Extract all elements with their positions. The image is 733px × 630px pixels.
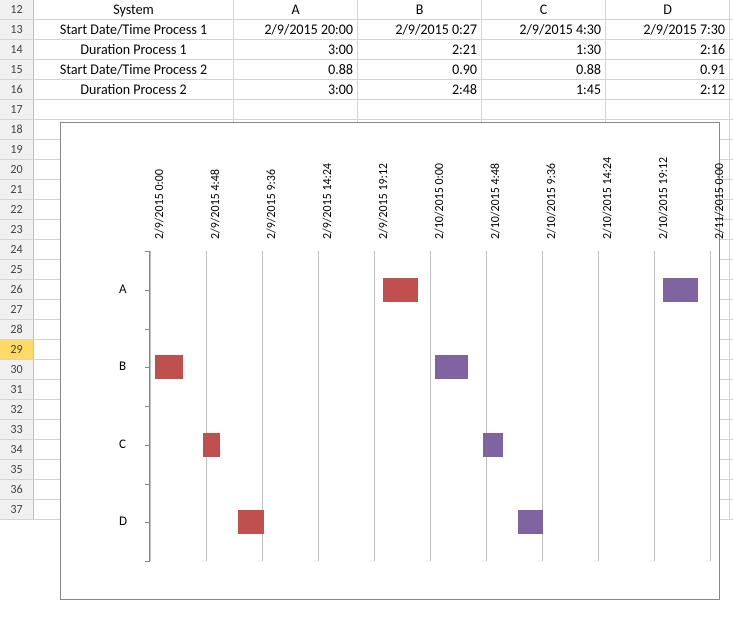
x-axis-labels: 2/9/2015 0:00 2/9/2015 4:48 2/9/2015 9:36 2… <box>149 131 709 251</box>
row-header[interactable]: 37 <box>0 500 34 519</box>
row-header[interactable]: 29 <box>0 340 34 359</box>
cell[interactable]: 2/9/2015 20:00 <box>234 20 358 39</box>
bar-process-1-C[interactable] <box>203 433 221 457</box>
row-header[interactable]: 34 <box>0 440 34 459</box>
x-tick-label: 2/10/2015 9:36 <box>545 163 559 239</box>
row-15[interactable]: 15Start Date/Time Process 20.880.900.880… <box>0 60 733 80</box>
cell[interactable]: 2/9/2015 4:30 <box>482 20 606 39</box>
row-16[interactable]: 16Duration Process 23:002:481:452:12 <box>0 80 733 100</box>
cell[interactable]: B <box>358 0 482 19</box>
cell[interactable]: 2:21 <box>358 40 482 59</box>
x-tick-label: 2/9/2015 0:00 <box>153 169 167 239</box>
cell[interactable]: 0.91 <box>606 60 730 79</box>
x-tick-label: 2/10/2015 19:12 <box>657 157 671 239</box>
cell[interactable]: 1:45 <box>482 80 606 99</box>
bar-process-1-D[interactable] <box>238 510 264 534</box>
y-tick-label: D <box>119 514 127 529</box>
gridline <box>654 251 655 561</box>
row-header[interactable]: 32 <box>0 400 34 419</box>
cell[interactable]: 2:12 <box>606 80 730 99</box>
cell[interactable]: 0.90 <box>358 60 482 79</box>
cell[interactable]: D <box>606 0 730 19</box>
cell[interactable]: 1:30 <box>482 40 606 59</box>
cell[interactable]: 2/9/2015 0:27 <box>358 20 482 39</box>
cell[interactable]: System <box>34 0 234 19</box>
row-header[interactable]: 31 <box>0 380 34 399</box>
bar-process-2-D[interactable] <box>518 510 544 534</box>
bar-process-2-C[interactable] <box>483 433 503 457</box>
row-12[interactable]: 12SystemABCD <box>0 0 733 20</box>
cell[interactable] <box>234 100 358 119</box>
row-14[interactable]: 14Duration Process 13:002:211:302:16 <box>0 40 733 60</box>
cell[interactable]: A <box>234 0 358 19</box>
bar-process-1-A[interactable] <box>383 278 418 302</box>
cell[interactable] <box>482 100 606 119</box>
y-axis-labels: A B C D <box>91 251 146 579</box>
cell[interactable]: 2:16 <box>606 40 730 59</box>
plot-area <box>149 251 709 561</box>
row-header[interactable]: 35 <box>0 460 34 479</box>
row-header[interactable]: 36 <box>0 480 34 499</box>
row-header[interactable]: 20 <box>0 160 34 179</box>
gantt-chart[interactable]: 2/9/2015 0:00 2/9/2015 4:48 2/9/2015 9:36 2… <box>60 122 720 600</box>
bar-process-2-B[interactable] <box>435 355 468 379</box>
x-tick-label: 2/9/2015 19:12 <box>377 163 391 239</box>
row-header[interactable]: 26 <box>0 280 34 299</box>
cell[interactable] <box>34 100 234 119</box>
row-header[interactable]: 19 <box>0 140 34 159</box>
cell[interactable]: Start Date/Time Process 2 <box>34 60 234 79</box>
cell[interactable]: 3:00 <box>234 80 358 99</box>
cell[interactable] <box>358 100 482 119</box>
gridline <box>150 251 151 561</box>
row-header[interactable]: 25 <box>0 260 34 279</box>
x-tick-label: 2/11/2015 0:00 <box>713 163 727 239</box>
y-tick-label: B <box>119 359 126 374</box>
row-header[interactable]: 27 <box>0 300 34 319</box>
row-header[interactable]: 16 <box>0 80 34 99</box>
row-header[interactable]: 15 <box>0 60 34 79</box>
row-header[interactable]: 23 <box>0 220 34 239</box>
row-header[interactable]: 30 <box>0 360 34 379</box>
cell[interactable]: Duration Process 2 <box>34 80 234 99</box>
gridline <box>430 251 431 561</box>
cell[interactable]: Duration Process 1 <box>34 40 234 59</box>
x-tick-label: 2/10/2015 14:24 <box>601 157 615 239</box>
bar-process-2-A[interactable] <box>663 278 698 302</box>
gridline <box>206 251 207 561</box>
cell[interactable]: 2/9/2015 7:30 <box>606 20 730 39</box>
row-13[interactable]: 13Start Date/Time Process 12/9/2015 20:0… <box>0 20 733 40</box>
cell[interactable]: Start Date/Time Process 1 <box>34 20 234 39</box>
row-header[interactable]: 21 <box>0 180 34 199</box>
cell[interactable]: C <box>482 0 606 19</box>
row-header[interactable]: 28 <box>0 320 34 339</box>
y-tick-label: A <box>119 282 127 297</box>
row-header[interactable]: 22 <box>0 200 34 219</box>
gridline <box>598 251 599 561</box>
row-header[interactable]: 18 <box>0 120 34 139</box>
gridline <box>374 251 375 561</box>
row-header[interactable]: 17 <box>0 100 34 119</box>
cell[interactable]: 3:00 <box>234 40 358 59</box>
row-header[interactable]: 24 <box>0 240 34 259</box>
cell[interactable]: 0.88 <box>482 60 606 79</box>
gridline <box>710 251 711 561</box>
row-header[interactable]: 14 <box>0 40 34 59</box>
bar-process-1-B[interactable] <box>155 355 182 379</box>
x-tick-label: 2/10/2015 0:00 <box>433 163 447 239</box>
gridline <box>486 251 487 561</box>
row-header[interactable]: 33 <box>0 420 34 439</box>
cell[interactable] <box>606 100 730 119</box>
row-17[interactable]: 17 <box>0 100 733 120</box>
y-tick-label: C <box>119 437 126 452</box>
x-tick-label: 2/10/2015 4:48 <box>489 163 503 239</box>
x-tick-label: 2/9/2015 14:24 <box>321 163 335 239</box>
x-tick-label: 2/9/2015 9:36 <box>265 169 279 239</box>
gridline <box>318 251 319 561</box>
row-header[interactable]: 13 <box>0 20 34 39</box>
cell[interactable]: 0.88 <box>234 60 358 79</box>
row-header[interactable]: 12 <box>0 0 34 19</box>
x-tick-label: 2/9/2015 4:48 <box>209 169 223 239</box>
cell[interactable]: 2:48 <box>358 80 482 99</box>
